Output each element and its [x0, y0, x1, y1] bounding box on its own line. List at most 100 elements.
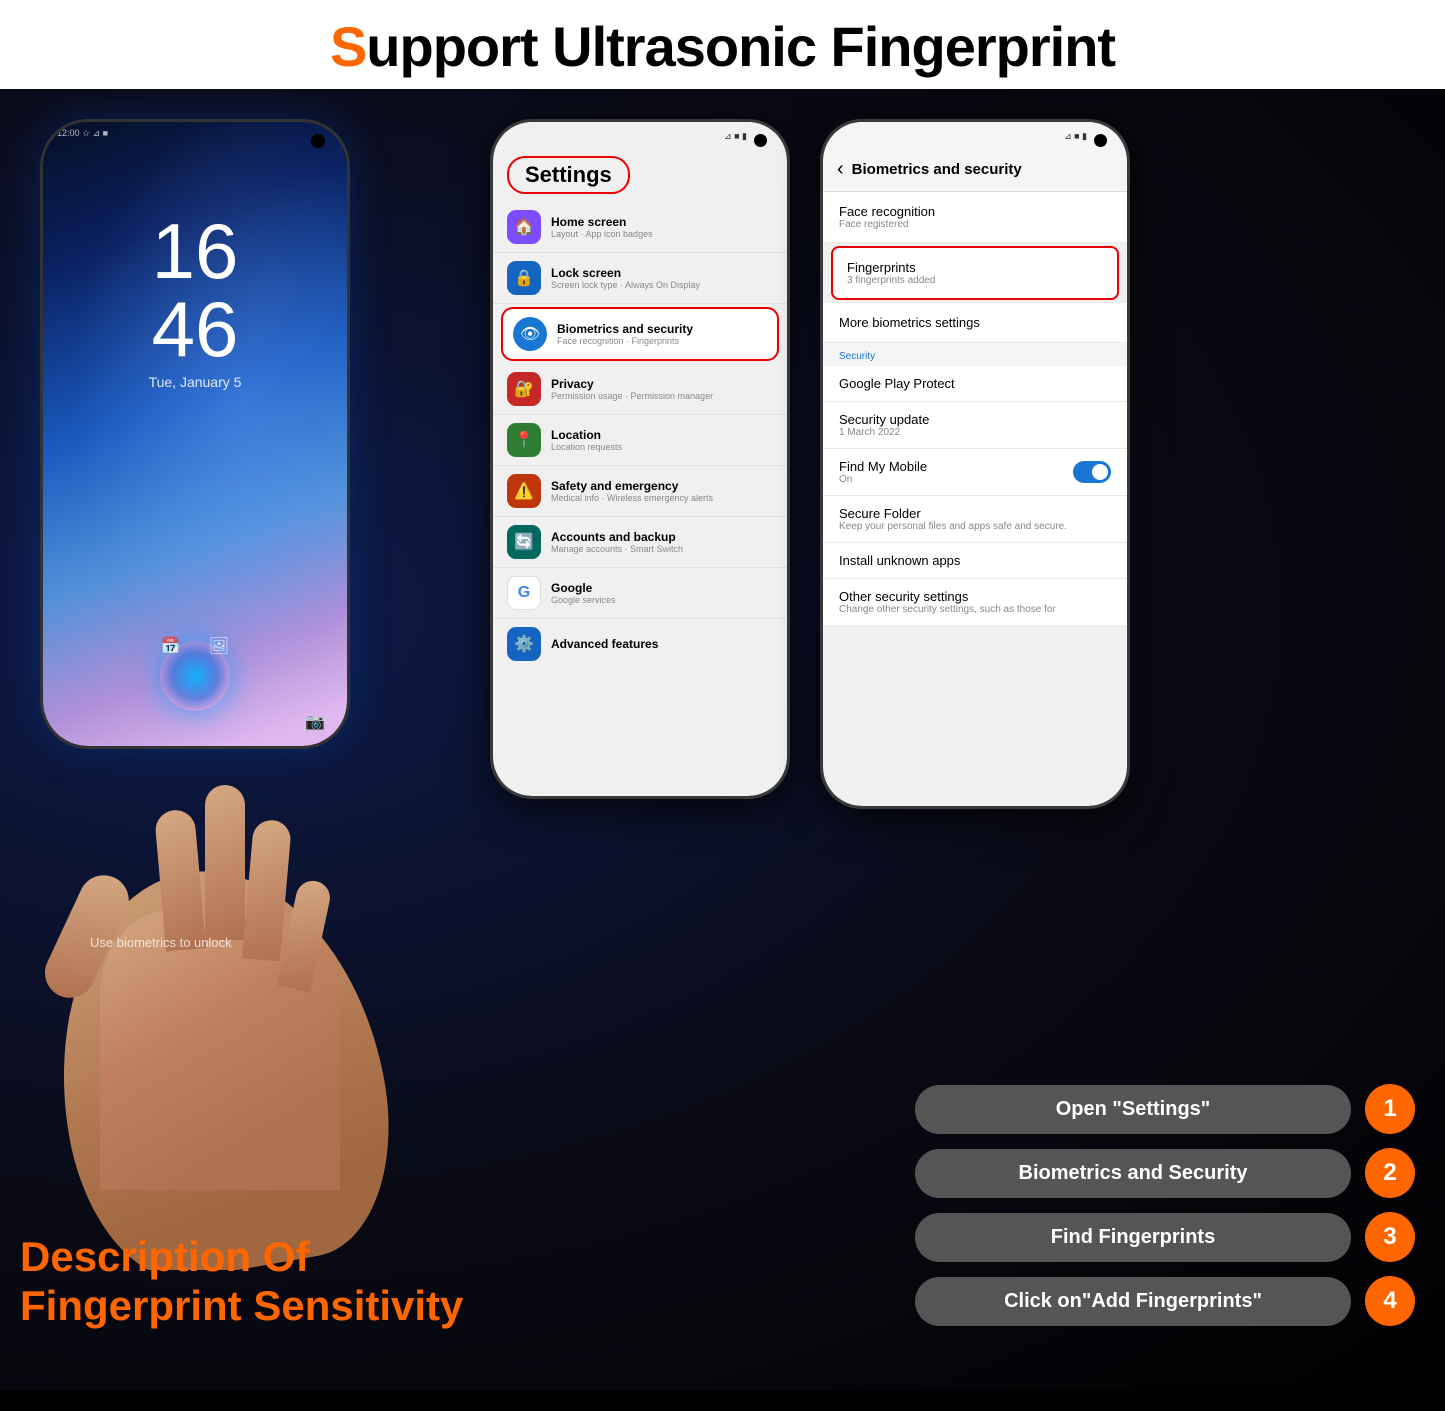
time-display: 16 46 Tue, January 5 — [149, 212, 242, 390]
time-minute: 46 — [149, 290, 242, 368]
safety-text: Safety and emergency Medical info · Wire… — [551, 479, 713, 503]
bio-item-unknown-apps[interactable]: Install unknown apps — [823, 543, 1127, 579]
phone-middle: ⊿ ■ ▮ Settings 🏠 Home screen Layout · Ap… — [490, 119, 790, 799]
security-section-label: Security — [823, 343, 1127, 366]
bio-item-other-security[interactable]: Other security settings Change other sec… — [823, 579, 1127, 625]
main-area: 12:00 ☆ ⊿ ■ 16 46 Tue, January 5 📅 🖼 📷 — [0, 89, 1445, 1390]
settings-item-accounts[interactable]: 🔄 Accounts and backup Manage accounts · … — [493, 517, 787, 568]
bio-item-face[interactable]: Face recognition Face registered — [823, 192, 1127, 243]
status-bar-mid: ⊿ ■ ▮ — [493, 122, 787, 150]
other-security-subtitle: Change other security settings, such as … — [839, 604, 1111, 615]
secupdate-subtitle: 1 March 2022 — [839, 427, 1111, 438]
fingerprint-glow — [160, 641, 230, 711]
description-text: Description Of Fingerprint Sensitivity — [20, 1233, 463, 1330]
settings-item-advanced[interactable]: ⚙️ Advanced features — [493, 619, 787, 669]
findmy-toggle[interactable] — [1073, 461, 1111, 483]
left-section: 12:00 ☆ ⊿ ■ 16 46 Tue, January 5 📅 🖼 📷 — [0, 89, 480, 1390]
other-security-title: Other security settings — [839, 589, 1111, 604]
camera-hole-right — [1094, 134, 1107, 147]
date-display: Tue, January 5 — [149, 374, 242, 390]
location-text: Location Location requests — [551, 428, 622, 452]
step-1-number: 1 — [1365, 1084, 1415, 1134]
accounts-icon: 🔄 — [507, 525, 541, 559]
bio-item-secupdate[interactable]: Security update 1 March 2022 — [823, 402, 1127, 449]
privacy-text: Privacy Permission usage · Permission ma… — [551, 377, 713, 401]
settings-item-lock[interactable]: 🔒 Lock screen Screen lock type · Always … — [493, 253, 787, 304]
status-bar-left: 12:00 ☆ ⊿ ■ — [57, 128, 108, 139]
phone-left: 12:00 ☆ ⊿ ■ 16 46 Tue, January 5 📅 🖼 📷 — [40, 119, 350, 749]
location-icon: 📍 — [507, 423, 541, 457]
bio-item-gpp[interactable]: Google Play Protect — [823, 366, 1127, 402]
biometrics-icon: 👁 — [513, 317, 547, 351]
accounts-text: Accounts and backup Manage accounts · Sm… — [551, 530, 683, 554]
s-letter: S — [330, 15, 366, 78]
settings-item-google[interactable]: G Google Google services — [493, 568, 787, 619]
settings-item-safety[interactable]: ⚠️ Safety and emergency Medical info · W… — [493, 466, 787, 517]
privacy-icon: 🔐 — [507, 372, 541, 406]
findmy-title: Find My Mobile — [839, 459, 927, 474]
settings-item-location[interactable]: 📍 Location Location requests — [493, 415, 787, 466]
step-1-label: Open "Settings" — [915, 1085, 1351, 1134]
camera-hole-left — [311, 134, 325, 148]
secure-folder-subtitle: Keep your personal files and apps safe a… — [839, 521, 1111, 532]
advanced-text: Advanced features — [551, 637, 658, 651]
safety-icon: ⚠️ — [507, 474, 541, 508]
google-icon: G — [507, 576, 541, 610]
bio-screen-title: Biometrics and security — [852, 161, 1022, 178]
settings-item-biometrics[interactable]: 👁 Biometrics and security Face recogniti… — [501, 307, 779, 361]
camera-icon-bottom: 📷 — [305, 712, 325, 732]
bio-item-findmy[interactable]: Find My Mobile On — [823, 449, 1127, 496]
home-text: Home screen Layout · App icon badges — [551, 215, 653, 239]
findmy-subtitle: On — [839, 474, 927, 485]
step-1: Open "Settings" 1 — [915, 1084, 1415, 1134]
settings-item-home[interactable]: 🏠 Home screen Layout · App icon badges — [493, 202, 787, 253]
step-4-label: Click on"Add Fingerprints" — [915, 1277, 1351, 1326]
description-line1: Description Of — [20, 1233, 463, 1281]
lock-text: Lock screen Screen lock type · Always On… — [551, 266, 700, 290]
step-2-label: Biometrics and Security — [915, 1149, 1351, 1198]
settings-title: Settings — [507, 156, 630, 194]
settings-header-wrap: Settings — [493, 150, 787, 202]
bio-item-more[interactable]: More biometrics settings — [823, 303, 1127, 343]
fingerprints-subtitle: 3 fingerprints added — [847, 275, 1103, 286]
description-line2: Fingerprint Sensitivity — [20, 1282, 463, 1330]
step-4: Click on"Add Fingerprints" 4 — [915, 1276, 1415, 1326]
steps-area: Open "Settings" 1 Biometrics and Securit… — [915, 1084, 1415, 1340]
google-text: Google Google services — [551, 581, 616, 605]
biometrics-text: Biometrics and security Face recognition… — [557, 322, 693, 346]
unlock-text: Use biometrics to unlock — [90, 935, 232, 950]
step-2-number: 2 — [1365, 1148, 1415, 1198]
step-3-number: 3 — [1365, 1212, 1415, 1262]
more-bio-title: More biometrics settings — [839, 315, 1111, 330]
secure-folder-title: Secure Folder — [839, 506, 1111, 521]
secupdate-title: Security update — [839, 412, 1111, 427]
step-3-label: Find Fingerprints — [915, 1213, 1351, 1262]
page-header: Support Ultrasonic Fingerprint — [0, 0, 1445, 89]
header-title-rest: upport Ultrasonic Fingerprint — [366, 15, 1115, 78]
fingerprints-title: Fingerprints — [847, 260, 1103, 275]
step-4-number: 4 — [1365, 1276, 1415, 1326]
back-arrow[interactable]: ‹ — [837, 158, 844, 181]
camera-hole-mid — [754, 134, 767, 147]
phone-right: ⊿ ■ ▮ ‹ Biometrics and security Face rec… — [820, 119, 1130, 809]
settings-item-privacy[interactable]: 🔐 Privacy Permission usage · Permission … — [493, 364, 787, 415]
gpp-title: Google Play Protect — [839, 376, 1111, 391]
face-subtitle: Face registered — [839, 219, 1111, 230]
settings-list: 🏠 Home screen Layout · App icon badges 🔒… — [493, 202, 787, 669]
phone-middle-screen: ⊿ ■ ▮ Settings 🏠 Home screen Layout · Ap… — [493, 122, 787, 796]
bio-item-secure-folder[interactable]: Secure Folder Keep your personal files a… — [823, 496, 1127, 543]
time-hour: 16 — [149, 212, 242, 290]
status-bar-right: ⊿ ■ ▮ — [823, 122, 1127, 150]
face-title: Face recognition — [839, 204, 1111, 219]
bio-item-fingerprints[interactable]: Fingerprints 3 fingerprints added — [831, 246, 1119, 300]
hand-visual — [0, 710, 500, 1270]
lock-icon: 🔒 — [507, 261, 541, 295]
phone-right-screen: ⊿ ■ ▮ ‹ Biometrics and security Face rec… — [823, 122, 1127, 806]
advanced-icon: ⚙️ — [507, 627, 541, 661]
bio-header: ‹ Biometrics and security — [823, 150, 1127, 192]
home-icon: 🏠 — [507, 210, 541, 244]
step-3: Find Fingerprints 3 — [915, 1212, 1415, 1262]
unknown-apps-title: Install unknown apps — [839, 553, 1111, 568]
phone-left-screen: 12:00 ☆ ⊿ ■ 16 46 Tue, January 5 📅 🖼 📷 — [43, 122, 347, 746]
step-2: Biometrics and Security 2 — [915, 1148, 1415, 1198]
